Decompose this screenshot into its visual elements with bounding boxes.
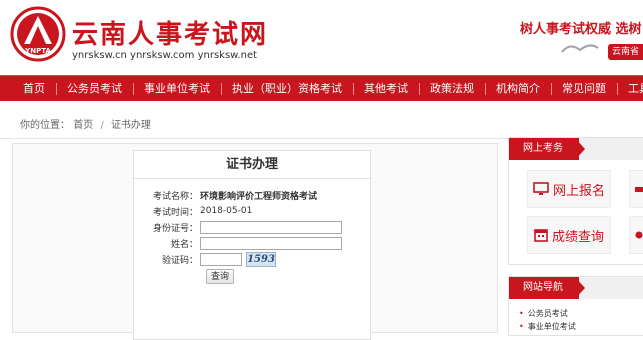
main-nav: 首页 公务员考试 事业单位考试 执业（职业）资格考试 其他考试 政策法规 机构简… <box>0 75 643 101</box>
exam-name-label: 考试名称： <box>152 191 198 202</box>
exam-time-row: 考试时间： 2018-05-01 <box>134 203 370 219</box>
captcha-input[interactable] <box>200 252 242 266</box>
breadcrumb-prefix: 你的位置： <box>20 120 70 131</box>
site-domains: ynrsksw.cn ynrsksw.com ynrsksw.net <box>72 50 258 61</box>
captcha-label: 验证码： <box>161 255 198 266</box>
online-registration-tile[interactable]: 网上报名 <box>527 170 611 208</box>
site-nav-panel: 网站导航 公务员考试 事业单位考试 <box>508 276 643 336</box>
site-nav-item-civil-service[interactable]: 公务员考试 <box>519 307 643 320</box>
ynpta-logo[interactable]: YNPTA <box>10 6 66 62</box>
main-content: 证书办理 考试名称： 环境影响评价工程师资格考试 考试时间： 2018-05-0… <box>12 143 498 340</box>
nav-item-other-exams[interactable]: 其他考试 <box>353 76 419 101</box>
name-input[interactable] <box>200 236 342 250</box>
monitor-icon <box>533 182 549 195</box>
seagull-icon <box>561 44 599 53</box>
site-nav-item-public-institution[interactable]: 事业单位考试 <box>519 320 643 333</box>
online-exam-panel: 网上考务 网上报名 成绩查询 <box>508 137 643 265</box>
site-header: YNPTA 云南人事考试网 ynrsksw.cn ynrsksw.com ynr… <box>0 0 643 75</box>
exam-time-value: 2018-05-01 <box>200 206 253 216</box>
id-number-label: 身份证号： <box>152 223 198 234</box>
site-nav-title: 网站导航 <box>509 277 585 299</box>
nav-item-about[interactable]: 机构简介 <box>485 76 551 101</box>
logo-text: YNPTA <box>24 47 51 55</box>
more-tile-edge-2[interactable] <box>629 216 643 254</box>
breadcrumb: 你的位置： 首页 / 证书办理 <box>20 116 151 131</box>
nav-item-qualification[interactable]: 执业（职业）资格考试 <box>221 76 353 101</box>
name-row: 姓名： <box>134 235 370 251</box>
id-number-row: 身份证号： <box>134 219 370 235</box>
nav-item-policy[interactable]: 政策法规 <box>419 76 485 101</box>
nav-item-civil-service[interactable]: 公务员考试 <box>56 76 133 101</box>
header-stamp: 云南省 <box>608 44 643 60</box>
cert-form-card: 证书办理 考试名称： 环境影响评价工程师资格考试 考试时间： 2018-05-0… <box>133 150 371 340</box>
breadcrumb-home-link[interactable]: 首页 <box>73 120 93 131</box>
calendar-icon <box>534 229 548 242</box>
site-title[interactable]: 云南人事考试网 <box>72 14 268 51</box>
cert-form-title: 证书办理 <box>134 151 370 179</box>
exam-name-value: 环境影响评价工程师资格考试 <box>200 191 318 202</box>
nav-item-home[interactable]: 首页 <box>12 76 56 101</box>
score-query-label: 成绩查询 <box>551 229 604 245</box>
site-nav-list: 公务员考试 事业单位考试 <box>509 299 643 333</box>
site-nav-header-bar: 网站导航 <box>509 277 643 299</box>
online-exam-header-bar: 网上考务 <box>509 138 643 160</box>
printer-icon <box>635 187 643 192</box>
nav-item-faq[interactable]: 常见问题 <box>551 76 617 101</box>
more-tile-edge[interactable] <box>629 170 643 208</box>
certificate-icon <box>635 231 643 239</box>
nav-item-public-institution[interactable]: 事业单位考试 <box>133 76 221 101</box>
exam-name-row: 考试名称： 环境影响评价工程师资格考试 <box>134 187 370 203</box>
captcha-image[interactable]: 1593 <box>246 251 276 267</box>
online-exam-title: 网上考务 <box>509 138 585 160</box>
query-button[interactable]: 查询 <box>206 269 235 284</box>
name-label: 姓名： <box>170 239 198 250</box>
score-query-tile[interactable]: 成绩查询 <box>527 216 611 254</box>
online-registration-label: 网上报名 <box>552 183 605 199</box>
id-number-input[interactable] <box>200 220 342 234</box>
breadcrumb-separator: / <box>100 120 104 131</box>
breadcrumb-current: 证书办理 <box>110 120 151 131</box>
exam-time-label: 考试时间： <box>152 207 198 218</box>
captcha-row: 验证码： 1593 <box>134 251 370 267</box>
header-slogan: 树人事考试权威 选树 <box>520 22 642 37</box>
nav-item-downloads[interactable]: 工具下载 <box>617 76 643 101</box>
